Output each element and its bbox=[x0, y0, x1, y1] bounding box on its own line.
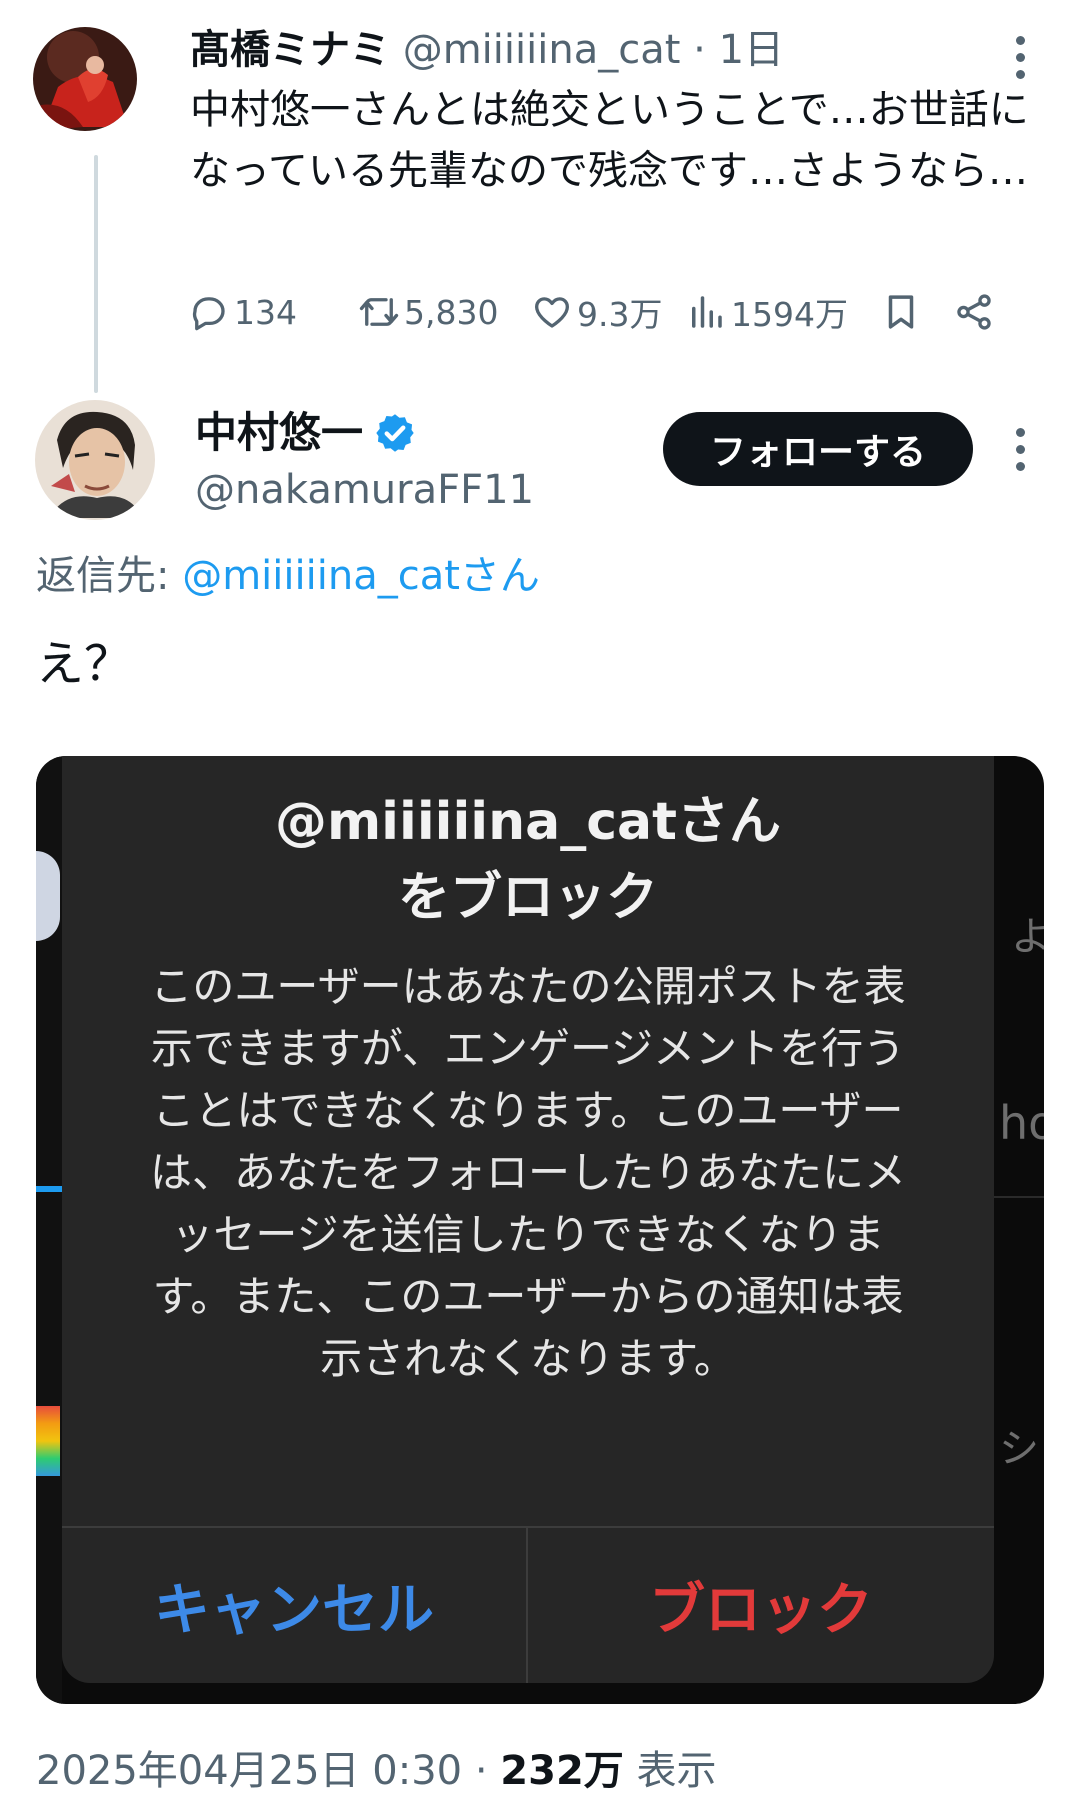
post-datetime[interactable]: 2025年04月25日 0:30 · bbox=[36, 1748, 488, 1794]
background-fragment: よ bbox=[1011, 914, 1044, 960]
block-button[interactable]: ブロック bbox=[528, 1528, 994, 1683]
follow-button[interactable]: フォローする bbox=[663, 412, 973, 486]
background-fragment: シ bbox=[999, 1426, 1039, 1472]
bookmark-icon bbox=[888, 295, 914, 329]
thread-line bbox=[94, 155, 98, 393]
reply-count: 134 bbox=[234, 292, 297, 332]
view-label: 表示 bbox=[636, 1748, 717, 1794]
verified-badge-icon bbox=[376, 414, 414, 452]
avatar-nakamura[interactable] bbox=[35, 400, 155, 520]
tweet-text: え？ bbox=[36, 636, 133, 692]
cancel-button[interactable]: キャンセル bbox=[62, 1528, 526, 1683]
dialog-title: @miiiiiina_catさん をブロック bbox=[62, 784, 994, 936]
dialog-title-line1: @miiiiiina_catさん bbox=[274, 792, 781, 852]
reply-button[interactable]: 134 bbox=[188, 284, 297, 340]
tweet-header: 髙橋ミナミ @miiiiiina_cat · 1日 bbox=[190, 22, 784, 78]
handle[interactable]: @nakamuraFF11 bbox=[195, 462, 534, 518]
like-button[interactable]: 9.3万 bbox=[531, 284, 662, 340]
repost-count: 5,830 bbox=[404, 292, 499, 332]
handle[interactable]: @miiiiiina_cat bbox=[403, 27, 681, 73]
like-count: 9.3万 bbox=[577, 295, 663, 334]
share-button[interactable] bbox=[953, 284, 995, 340]
more-options-icon[interactable] bbox=[1013, 428, 1027, 471]
timestamp[interactable]: 1日 bbox=[719, 27, 784, 73]
background-fragment bbox=[36, 1406, 60, 1476]
background-fragment bbox=[994, 1196, 1044, 1198]
bookmark-button[interactable] bbox=[880, 284, 922, 340]
view-count: 232万 bbox=[500, 1748, 624, 1794]
reply-target-link[interactable]: @miiiiiina_catさん bbox=[182, 553, 540, 599]
background-fragment bbox=[36, 851, 60, 941]
display-name[interactable]: 髙橋ミナミ bbox=[190, 27, 390, 73]
tweet-text: 中村悠一さんとは絶交ということで…お世話になっている先輩なので残念です…さような… bbox=[190, 87, 1029, 194]
background-fragment bbox=[36, 1186, 62, 1192]
repost-button[interactable]: 5,830 bbox=[358, 284, 498, 340]
views-button[interactable]: 1594万 bbox=[685, 284, 848, 340]
dialog-title-line2: をブロック bbox=[397, 868, 658, 928]
avatar-takahashi[interactable] bbox=[33, 27, 137, 131]
heart-icon bbox=[535, 297, 569, 328]
tweet-meta: 2025年04月25日 0:30 · 232万 表示 bbox=[36, 1746, 717, 1795]
bar-chart-icon bbox=[692, 296, 722, 328]
reply-to-line: 返信先: @miiiiiina_catさん bbox=[36, 548, 540, 604]
more-options-icon[interactable] bbox=[1013, 36, 1027, 79]
display-name[interactable]: 中村悠一 bbox=[195, 405, 363, 461]
speech-bubble-icon bbox=[192, 297, 225, 331]
background-fragment: ho bbox=[999, 1096, 1044, 1150]
attached-image[interactable]: よ ho シ @miiiiiina_catさん をブロック このユーザーはあなた… bbox=[36, 756, 1044, 1704]
separator: · bbox=[693, 27, 706, 73]
views-count: 1594万 bbox=[731, 295, 848, 334]
block-confirm-dialog: @miiiiiina_catさん をブロック このユーザーはあなたの公開ポストを… bbox=[62, 756, 994, 1683]
repost-arrows-icon bbox=[359, 298, 399, 326]
dialog-body: このユーザーはあなたの公開ポストを表示できますが、エンゲージメントを行うことはで… bbox=[149, 962, 906, 1383]
share-icon bbox=[957, 294, 991, 330]
reply-prefix: 返信先: bbox=[36, 553, 170, 599]
display-name-row: 中村悠一 bbox=[195, 405, 417, 461]
tweet-actions: 134 5,830 9.3万 1594万 bbox=[188, 284, 1028, 340]
